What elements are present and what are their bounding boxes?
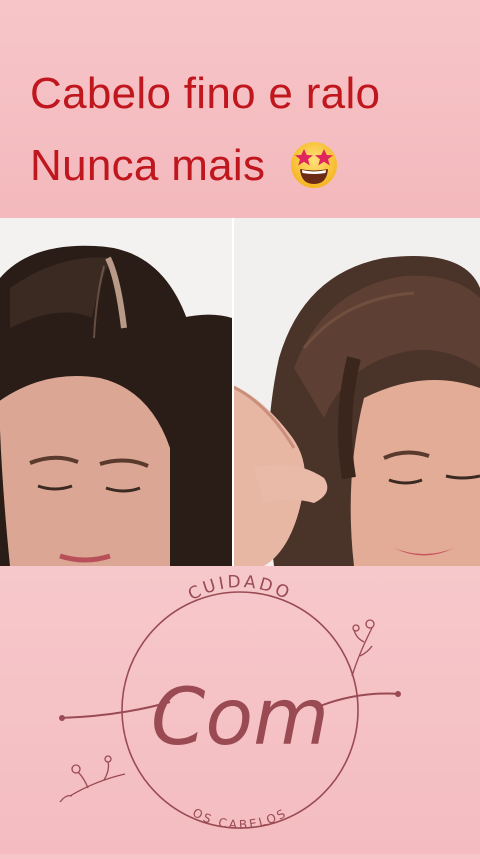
before-after-photos (0, 218, 480, 566)
before-photo (0, 218, 232, 566)
woman-full-hair-photo (214, 218, 480, 566)
logo-bottom-text: OS CABELOS (190, 805, 290, 831)
floral-sprig-top-right-icon (351, 619, 375, 677)
woman-thin-hair-photo (0, 218, 232, 566)
star-struck-emoji-icon (290, 142, 337, 188)
logo-top-text: CUIDADO (185, 572, 295, 605)
after-photo (214, 218, 480, 566)
headline-line-2: Nunca mais (30, 138, 340, 192)
brand-logo-area: CUIDADO Com OS CABELOS (0, 566, 480, 854)
right-swash (319, 692, 401, 707)
floral-sprig-bottom-left-icon (59, 755, 126, 803)
headline-line-2-text: Nunca mais (30, 141, 266, 190)
headline-line-1: Cabelo fino e ralo (30, 69, 381, 118)
headline-banner: Cabelo fino e ralo Nunca mais (0, 0, 480, 218)
logo-script-text: Com (151, 673, 329, 763)
cuidado-com-os-cabelos-logo: CUIDADO Com OS CABELOS (59, 572, 401, 832)
